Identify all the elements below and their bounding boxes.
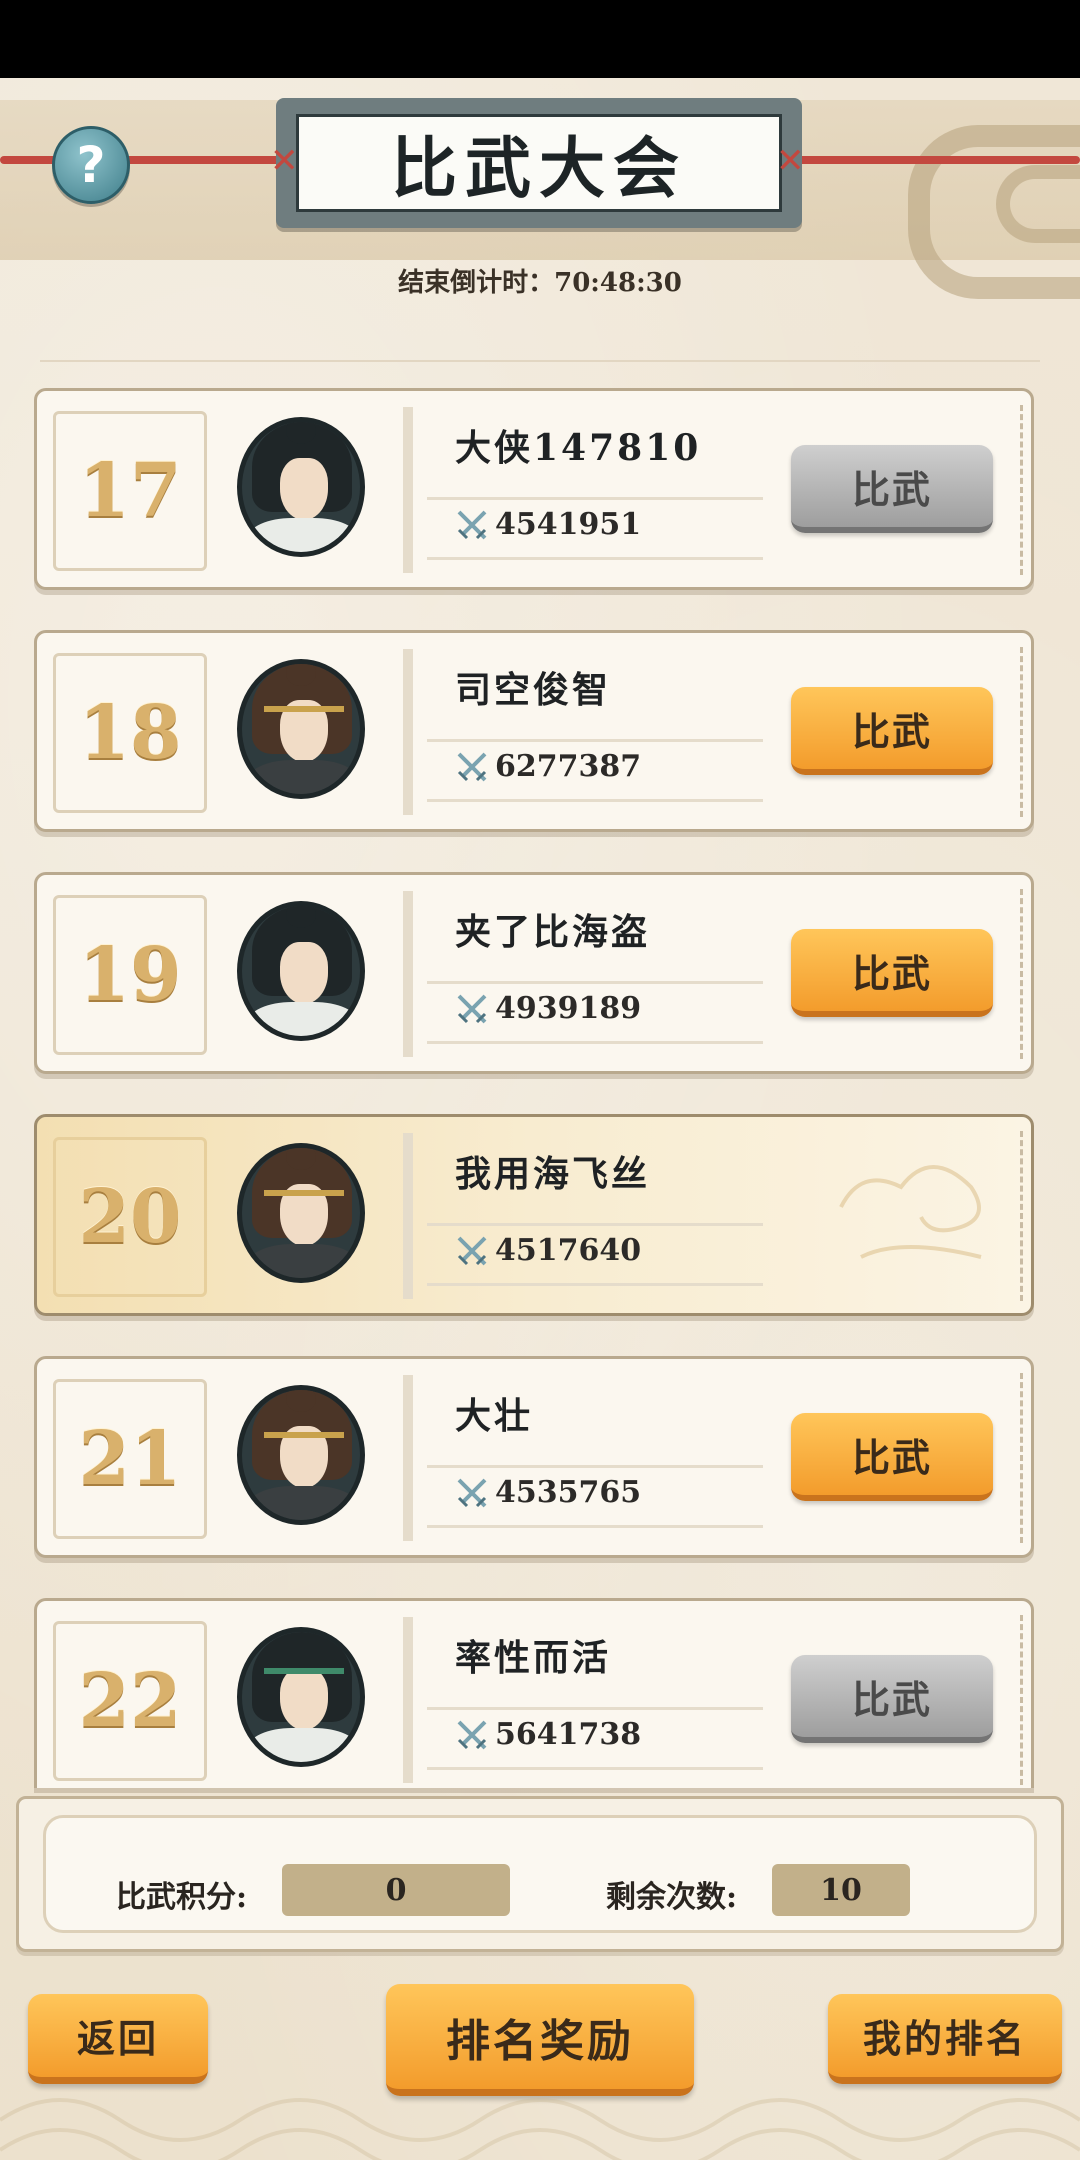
ranking-card: 17 大侠147810 4541951 比武 — [34, 388, 1034, 590]
rope-knot-icon: ✕ — [776, 141, 805, 181]
ranking-card: 19 夹了比海盗 4939189 比武 — [34, 872, 1034, 1074]
power-value: 4535765 — [455, 1475, 641, 1510]
cloud-decoration-small — [996, 165, 1080, 243]
points-label: 比武积分: — [116, 1880, 248, 1915]
player-name: 率性而活 — [455, 1637, 612, 1679]
player-avatar[interactable] — [237, 659, 365, 799]
crossed-swords-icon — [457, 994, 487, 1023]
fight-button[interactable]: 比武 — [791, 687, 993, 775]
summary-inner: 比武积分: 0 剩余次数: 10 — [43, 1815, 1037, 1933]
ranking-card-self: 20 我用海飞丝 4517640 — [34, 1114, 1034, 1316]
power-value: 4517640 — [455, 1233, 641, 1268]
remaining-label: 剩余次数: — [606, 1880, 738, 1915]
cloud-decoration — [839, 1165, 982, 1259]
player-name: 我用海飞丝 — [455, 1153, 651, 1195]
crossed-swords-icon — [457, 1478, 487, 1507]
torn-edge — [1020, 1615, 1037, 1785]
crossed-swords-icon — [457, 1720, 487, 1749]
torn-edge — [1020, 1131, 1037, 1301]
player-avatar[interactable] — [237, 1385, 365, 1525]
rope-left — [0, 156, 300, 164]
player-avatar[interactable] — [237, 1143, 365, 1283]
power-value: 6277387 — [455, 749, 641, 784]
rank-number: 22 — [53, 1621, 207, 1781]
ranking-card: 21 大壮 4535765 比武 — [34, 1356, 1034, 1558]
power-value: 4541951 — [455, 507, 641, 542]
page-title: 比武大会 — [296, 114, 782, 212]
ranking-card: 18 司空俊智 6277387 比武 — [34, 630, 1034, 832]
fight-button[interactable]: 比武 — [791, 445, 993, 533]
player-name: 夹了比海盗 — [455, 911, 651, 953]
remaining-value: 10 — [772, 1864, 910, 1916]
crossed-swords-icon — [457, 1236, 487, 1265]
summary-panel: 比武积分: 0 剩余次数: 10 — [16, 1796, 1064, 1952]
rank-number: 21 — [53, 1379, 207, 1539]
torn-edge — [1020, 1373, 1037, 1543]
torn-edge — [1020, 647, 1037, 817]
torn-edge — [1020, 405, 1037, 575]
player-name: 大壮 — [455, 1395, 534, 1437]
crossed-swords-icon — [457, 510, 487, 539]
player-name: 大侠147810 — [455, 427, 702, 469]
player-avatar[interactable] — [237, 1627, 365, 1767]
player-name: 司空俊智 — [455, 669, 612, 711]
status-bar — [0, 0, 1080, 78]
rank-number: 19 — [53, 895, 207, 1055]
rank-number: 17 — [53, 411, 207, 571]
question-icon: ? — [76, 136, 106, 194]
fight-button[interactable]: 比武 — [791, 1413, 993, 1501]
help-button[interactable]: ? — [52, 126, 130, 204]
title-plate: 比武大会 — [276, 98, 802, 228]
player-avatar[interactable] — [237, 417, 365, 557]
rank-number: 20 — [53, 1137, 207, 1297]
divider — [40, 360, 1040, 362]
countdown-timer: 结束倒计时：70:48:30 — [398, 268, 682, 298]
ranking-card: 22 率性而活 5641738 比武 — [34, 1598, 1034, 1788]
wave-pattern — [0, 2098, 1080, 2160]
player-avatar[interactable] — [237, 901, 365, 1041]
power-value: 5641738 — [455, 1717, 641, 1752]
rope-knot-icon: ✕ — [270, 141, 299, 181]
power-value: 4939189 — [455, 991, 641, 1026]
torn-edge — [1020, 889, 1037, 1059]
fight-button[interactable]: 比武 — [791, 1655, 993, 1743]
rank-number: 18 — [53, 653, 207, 813]
points-value: 0 — [282, 1864, 510, 1916]
crossed-swords-icon — [457, 752, 487, 781]
rope-right — [780, 156, 1080, 164]
fight-button[interactable]: 比武 — [791, 929, 993, 1017]
